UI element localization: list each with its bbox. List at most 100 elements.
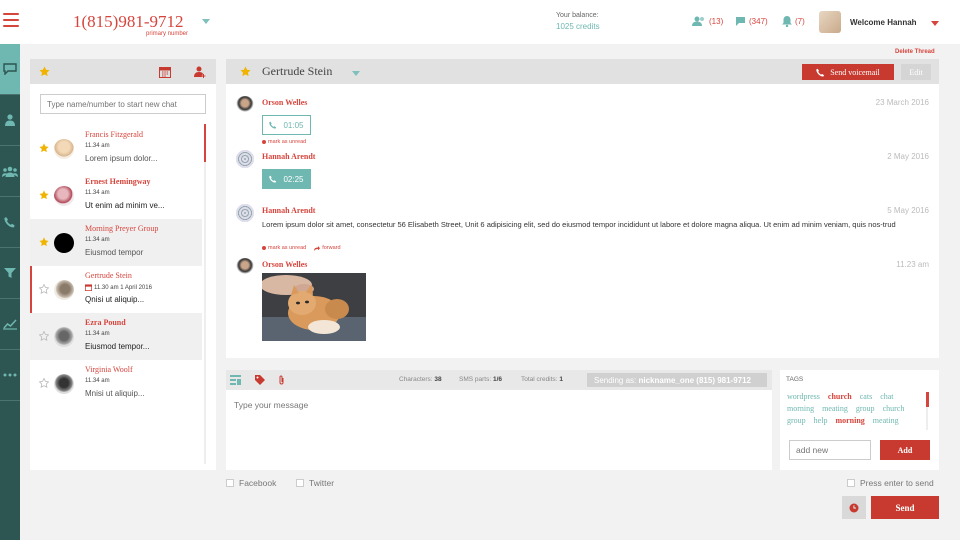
nav-calls[interactable] <box>0 197 20 248</box>
menu-icon[interactable] <box>3 13 19 31</box>
contact-name: Gertrude Stein <box>85 271 132 280</box>
add-contact-icon[interactable] <box>194 66 206 78</box>
messages-counter[interactable]: (347) <box>735 16 768 26</box>
chevron-down-icon[interactable] <box>352 71 360 76</box>
tag-item[interactable]: meating <box>822 404 848 413</box>
message-input[interactable]: Type your message <box>234 400 308 410</box>
twitter-label: Twitter <box>309 478 335 488</box>
star-filled-icon[interactable] <box>39 143 49 153</box>
sending-as-selector[interactable]: Sending as: nickname_one (815) 981-9712 <box>587 373 767 387</box>
add-tag-input[interactable] <box>789 440 871 460</box>
star-outline-icon[interactable] <box>39 331 49 341</box>
chevron-down-icon[interactable] <box>931 21 939 26</box>
tag-item[interactable]: cats <box>860 392 872 401</box>
characters-value: 38 <box>434 376 442 383</box>
call-duration: 02:25 <box>283 174 304 184</box>
left-nav-rail <box>0 44 20 540</box>
tag-item[interactable]: help <box>814 416 828 425</box>
thread-contact-name[interactable]: Gertrude Stein <box>262 64 332 79</box>
contact-item[interactable]: Morning Preyer Group 11.34 am Eiusmod te… <box>30 219 202 266</box>
star-filled-icon[interactable] <box>39 190 49 200</box>
tag-item[interactable]: wordpress <box>787 392 820 401</box>
call-recording-button[interactable]: 02:25 <box>262 169 311 189</box>
welcome-text[interactable]: Welcome Hannah <box>850 18 917 27</box>
send-button[interactable]: Send <box>871 496 939 519</box>
contact-item-selected[interactable]: Gertrude Stein 11.30 am 1 April 2016 Qni… <box>30 266 202 313</box>
tag-item[interactable]: morning <box>835 416 864 425</box>
nav-groups[interactable] <box>0 146 20 197</box>
facebook-checkbox[interactable]: Facebook <box>226 478 276 488</box>
message-item: Orson Welles 11.23 am <box>226 258 939 350</box>
chevron-down-icon[interactable] <box>202 19 210 24</box>
checkbox-box[interactable] <box>847 479 855 487</box>
add-tag-button[interactable]: Add <box>880 440 930 460</box>
contacts-scrollbar[interactable] <box>204 124 206 464</box>
nav-more[interactable] <box>0 350 20 401</box>
send-voicemail-button[interactable]: Send voicemail <box>802 64 894 80</box>
schedule-button[interactable] <box>842 496 866 519</box>
message-date: 11.23 am <box>896 260 929 269</box>
tag-item[interactable]: church <box>883 404 905 413</box>
nav-stats[interactable] <box>0 299 20 350</box>
press-enter-checkbox[interactable]: Press enter to send <box>847 478 934 488</box>
avatar <box>54 186 74 206</box>
message-author[interactable]: Hannah Arendt <box>262 206 315 215</box>
calendar-icon[interactable] <box>159 66 171 78</box>
tags-scrollbar[interactable] <box>926 392 929 430</box>
user-avatar[interactable] <box>819 11 841 33</box>
star-outline-icon[interactable] <box>39 378 49 388</box>
message-actions: mark as unread forward <box>262 245 341 251</box>
contact-item[interactable]: Francis Fitzgerald 11.34 am Lorem ipsum … <box>30 125 202 172</box>
favorites-star-icon[interactable] <box>39 66 50 77</box>
message-author[interactable]: Hannah Arendt <box>262 152 315 161</box>
primary-phone-number[interactable]: 1(815)981-9712 <box>73 12 183 32</box>
messages-count: (347) <box>749 16 768 26</box>
mark-unread-link[interactable]: mark as unread <box>262 139 306 145</box>
avatar <box>236 204 254 222</box>
nav-contact[interactable] <box>0 95 20 146</box>
tag-item[interactable]: meating <box>873 416 899 425</box>
contact-item[interactable]: Virginia Woolf 11.34 am Mnisi ut aliquip… <box>30 360 202 407</box>
tag-item[interactable]: morning <box>787 404 814 413</box>
forward-link[interactable]: forward <box>314 245 341 251</box>
checkbox-box[interactable] <box>296 479 304 487</box>
nav-filters[interactable] <box>0 248 20 299</box>
contact-item[interactable]: Ernest Hemingway 11.34 am Ut enim ad min… <box>30 172 202 219</box>
twitter-checkbox[interactable]: Twitter <box>296 478 334 488</box>
checkbox-box[interactable] <box>226 479 234 487</box>
notifications-count: (7) <box>795 17 805 26</box>
new-chat-search-input[interactable] <box>40 94 206 114</box>
templates-icon[interactable] <box>230 375 241 385</box>
tag-item[interactable]: chat <box>880 392 893 401</box>
delete-thread-link[interactable]: Delete Thread <box>895 49 935 55</box>
sms-parts-stat: SMS parts: 1/6 <box>459 376 502 383</box>
message-author[interactable]: Orson Welles <box>262 98 307 107</box>
notifications-counter[interactable]: (7) <box>782 16 805 27</box>
filter-icon <box>4 268 16 278</box>
mark-unread-link[interactable]: mark as unread <box>262 245 306 251</box>
tag-item[interactable]: group <box>787 416 806 425</box>
forward-icon <box>314 245 321 251</box>
paperclip-icon[interactable] <box>278 375 285 385</box>
avatar <box>54 139 74 159</box>
tag-item[interactable]: group <box>856 404 875 413</box>
contacts-counter[interactable]: (13) <box>692 16 723 26</box>
nav-chats[interactable] <box>0 44 20 95</box>
contact-item[interactable]: Ezra Pound 11.34 am Eiusmod tempor... <box>30 313 202 360</box>
contact-time: 11.34 am <box>85 190 110 196</box>
star-outline-icon[interactable] <box>39 284 49 294</box>
contact-name: Ezra Pound <box>85 318 126 327</box>
message-author[interactable]: Orson Welles <box>262 260 307 269</box>
tag-icon[interactable] <box>255 375 265 385</box>
edit-button[interactable]: Edit <box>901 64 931 80</box>
star-filled-icon[interactable] <box>39 237 49 247</box>
contacts-panel: Francis Fitzgerald 11.34 am Lorem ipsum … <box>30 59 216 470</box>
call-recording-button[interactable]: 01:05 <box>262 115 311 135</box>
tag-item[interactable]: church <box>828 392 852 401</box>
sms-parts-label: SMS parts: <box>459 376 492 383</box>
kitten-photo[interactable] <box>262 273 366 341</box>
contact-time: 11.34 am <box>85 331 110 337</box>
contact-preview: Eiusmod tempor <box>85 248 144 257</box>
star-filled-icon[interactable] <box>240 66 251 77</box>
thread-toolbar: Gertrude Stein Send voicemail Edit <box>226 59 939 84</box>
